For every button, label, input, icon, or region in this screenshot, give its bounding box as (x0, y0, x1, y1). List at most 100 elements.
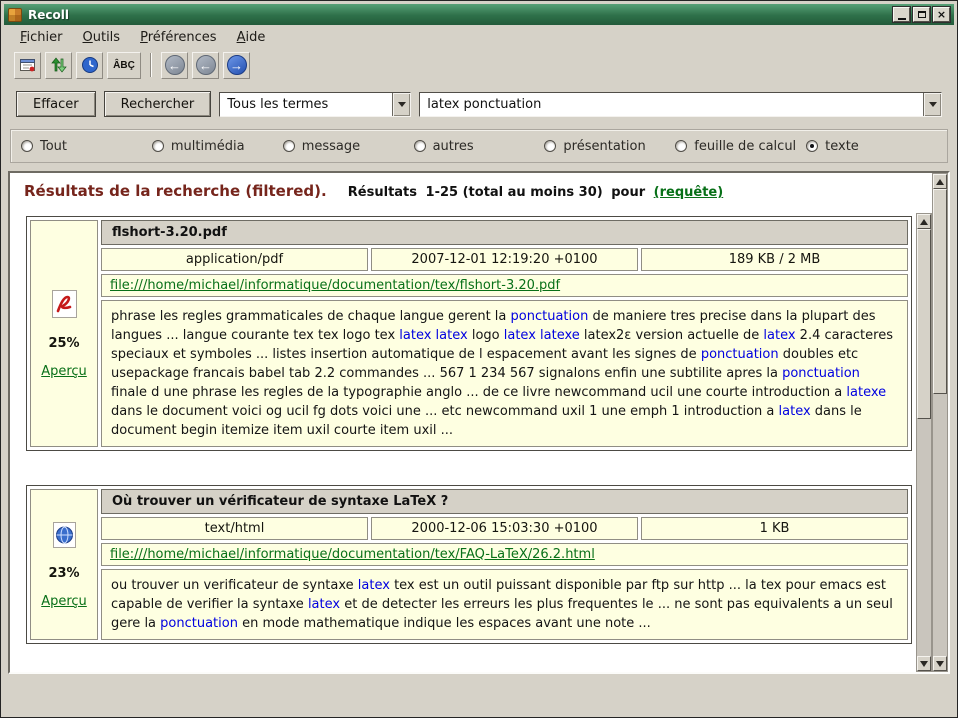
sort-by-dates-button[interactable] (45, 52, 72, 79)
radio-icon (675, 140, 687, 152)
scroll-down-button[interactable] (917, 656, 931, 671)
results-count: Résultats 1-25 (total au moins 30) pour … (348, 185, 723, 200)
preview-link[interactable]: Aperçu (41, 594, 87, 609)
pdf-icon[interactable] (51, 289, 78, 323)
titlebar[interactable]: Recoll × (4, 4, 954, 25)
radio-icon (152, 140, 164, 152)
query-combo[interactable] (419, 92, 942, 117)
minimize-icon (898, 18, 906, 20)
filter-radio-texte[interactable]: texte (806, 139, 937, 154)
query-link[interactable]: (requête) (654, 185, 724, 200)
clock-icon (81, 56, 99, 74)
scrollbar-track[interactable] (933, 189, 947, 656)
doc-size: 1 KB (641, 517, 908, 540)
maximize-button[interactable] (913, 7, 930, 22)
close-button[interactable]: × (933, 7, 950, 22)
chevron-down-icon[interactable] (923, 93, 941, 116)
entry-left-panel: 25% Aperçu (30, 220, 98, 447)
scroll-down-button[interactable] (933, 656, 947, 671)
html-icon[interactable] (51, 521, 78, 553)
results-list: Résultats de la recherche (filtered). Ré… (10, 173, 916, 672)
filter-radio-message[interactable]: message (283, 139, 414, 154)
recoll-app-icon (8, 8, 22, 22)
doc-date: 2007-12-01 12:19:20 +0100 (371, 248, 638, 271)
doc-date: 2000-12-06 15:03:30 +0100 (371, 517, 638, 540)
term-explorer-icon: ÂBÇ (113, 60, 135, 71)
menu-outils[interactable]: Outils (73, 27, 131, 48)
clear-search-icon (19, 57, 37, 73)
result-entry: 23% Aperçu Où trouver un vérificateur de… (26, 485, 912, 644)
mime-type: application/pdf (101, 248, 368, 271)
result-title: Où trouver un vérificateur de syntaxe La… (101, 489, 908, 514)
scroll-up-button[interactable] (917, 214, 931, 229)
menu-preferences[interactable]: Préférences (130, 27, 226, 48)
first-page-button[interactable]: ← (161, 52, 188, 79)
search-input[interactable] (420, 93, 923, 116)
search-button[interactable]: Rechercher (104, 91, 212, 117)
results-title: Résultats de la recherche (filtered). (24, 182, 327, 200)
scrollbar-track[interactable] (917, 229, 931, 656)
category-filter-row: Tout multimédia message autres présentat… (10, 129, 948, 163)
next-page-button[interactable]: → (223, 52, 250, 79)
filter-radio-presentation[interactable]: présentation (544, 139, 675, 154)
triangle-up-icon (920, 219, 928, 225)
scroll-up-button[interactable] (933, 174, 947, 189)
menubar: Fichier Outils Préférences Aide (4, 25, 954, 49)
chevron-down-icon[interactable] (392, 93, 410, 116)
status-bar (4, 674, 954, 714)
filter-radio-multimedia[interactable]: multimédia (152, 139, 283, 154)
radio-icon (283, 140, 295, 152)
result-abstract: phrase les regles grammaticales de chaqu… (101, 300, 908, 447)
search-mode-value: Tous les termes (220, 97, 392, 112)
results-outer-scrollbar[interactable] (932, 173, 948, 672)
menu-fichier[interactable]: Fichier (10, 27, 73, 48)
entry-body: flshort-3.20.pdf application/pdf 2007-12… (101, 220, 908, 447)
scrollbar-thumb[interactable] (933, 189, 947, 394)
entry-body: Où trouver un vérificateur de syntaxe La… (101, 489, 908, 640)
scrollbar-thumb[interactable] (917, 229, 931, 419)
window-title: Recoll (28, 8, 890, 22)
triangle-down-icon (936, 661, 944, 667)
sort-by-time-button[interactable] (76, 52, 103, 79)
previous-page-button[interactable]: ← (192, 52, 219, 79)
sort-arrows-icon (50, 57, 68, 73)
minimize-button[interactable] (893, 7, 910, 22)
menu-aide[interactable]: Aide (227, 27, 276, 48)
arrow-left-icon: ← (165, 55, 185, 75)
relevance-percent: 25% (48, 336, 79, 351)
term-explorer-button[interactable]: ÂBÇ (107, 52, 141, 79)
preview-link[interactable]: Aperçu (41, 364, 87, 379)
doc-url-link[interactable]: file:///home/michael/informatique/docume… (110, 547, 595, 562)
doc-url-link[interactable]: file:///home/michael/informatique/docume… (110, 278, 560, 293)
arrow-right-icon: → (227, 55, 247, 75)
arrow-left-icon: ← (196, 55, 216, 75)
radio-icon (21, 140, 33, 152)
toolbar-separator (150, 53, 152, 77)
search-mode-select[interactable]: Tous les termes (219, 92, 411, 117)
result-info-row: text/html 2000-12-06 15:03:30 +0100 1 KB (101, 517, 908, 540)
search-bar: Effacer Rechercher Tous les termes (16, 87, 942, 121)
results-header: Résultats de la recherche (filtered). Ré… (24, 181, 916, 200)
filter-radio-tout[interactable]: Tout (21, 139, 152, 154)
radio-icon (806, 140, 818, 152)
result-entry: 25% Aperçu flshort-3.20.pdf application/… (26, 216, 912, 451)
recoll-window: Recoll × Fichier Outils Préférences Aide (0, 0, 958, 718)
clear-button[interactable]: Effacer (16, 91, 96, 117)
doc-size: 189 KB / 2 MB (641, 248, 908, 271)
result-info-row: application/pdf 2007-12-01 12:19:20 +010… (101, 248, 908, 271)
radio-icon (414, 140, 426, 152)
filter-radio-feuille-de-calcul[interactable]: feuille de calcul (675, 139, 806, 154)
relevance-percent: 23% (48, 566, 79, 581)
close-icon: × (937, 9, 946, 20)
result-abstract: ou trouver un verificateur de syntaxe la… (101, 569, 908, 640)
clear-search-button[interactable] (14, 52, 41, 79)
maximize-icon (918, 11, 926, 18)
entry-left-panel: 23% Aperçu (30, 489, 98, 640)
radio-icon (544, 140, 556, 152)
result-url-row: file:///home/michael/informatique/docume… (101, 543, 908, 566)
results-inner-scrollbar[interactable] (916, 213, 932, 672)
filter-radio-autres[interactable]: autres (414, 139, 545, 154)
mime-type: text/html (101, 517, 368, 540)
result-title: flshort-3.20.pdf (101, 220, 908, 245)
triangle-down-icon (920, 661, 928, 667)
